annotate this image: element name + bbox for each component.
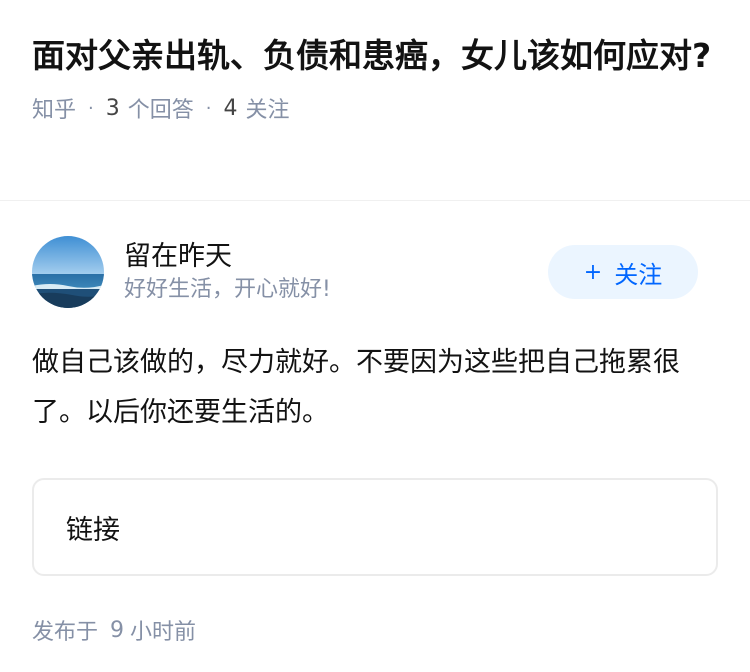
meta-separator: ·: [88, 97, 94, 119]
beach-avatar-icon: [32, 236, 104, 308]
answer-card: 留在昨天 好好生活，开心就好! + 关注 做自己该做的，尽力就好。不要因为这些把…: [32, 236, 718, 646]
publish-prefix: 发布于: [32, 620, 99, 645]
answer-count-label[interactable]: 个回答: [128, 92, 194, 124]
author-bio: 好好生活，开心就好!: [124, 277, 331, 302]
meta-separator: ·: [205, 97, 212, 119]
author-avatar[interactable]: [32, 236, 104, 308]
divider: [0, 200, 750, 201]
link-card[interactable]: 链接: [32, 478, 718, 576]
question-header: 面对父亲出轨、负债和患癌，女儿该如何应对? 知乎 · 3 个回答 · 4 关注: [0, 0, 750, 126]
answer-count: 3: [105, 95, 120, 121]
author-info: 留在昨天 好好生活，开心就好!: [124, 239, 548, 305]
author-row: 留在昨天 好好生活，开心就好! + 关注: [32, 236, 718, 308]
link-card-label: 链接: [66, 514, 120, 546]
publish-suffix: 小时前: [130, 620, 197, 645]
follow-button-label: 关注: [614, 260, 663, 289]
author-name[interactable]: 留在昨天: [124, 239, 548, 275]
publish-time: 发布于 9 小时前: [32, 614, 718, 646]
plus-icon: +: [583, 259, 603, 285]
follow-button[interactable]: + 关注: [548, 245, 698, 299]
answer-content[interactable]: 做自己该做的，尽力就好。不要因为这些把自己拖累很了。以后你还要生活的。: [32, 338, 718, 438]
follow-count-label: 关注: [245, 98, 290, 123]
follow-count: 4: [223, 95, 238, 121]
question-meta: 知乎 · 3 个回答 · 4 关注: [32, 90, 718, 126]
source-label[interactable]: 知乎: [32, 92, 76, 124]
question-title[interactable]: 面对父亲出轨、负债和患癌，女儿该如何应对?: [32, 32, 718, 80]
publish-number: 9: [110, 617, 125, 643]
